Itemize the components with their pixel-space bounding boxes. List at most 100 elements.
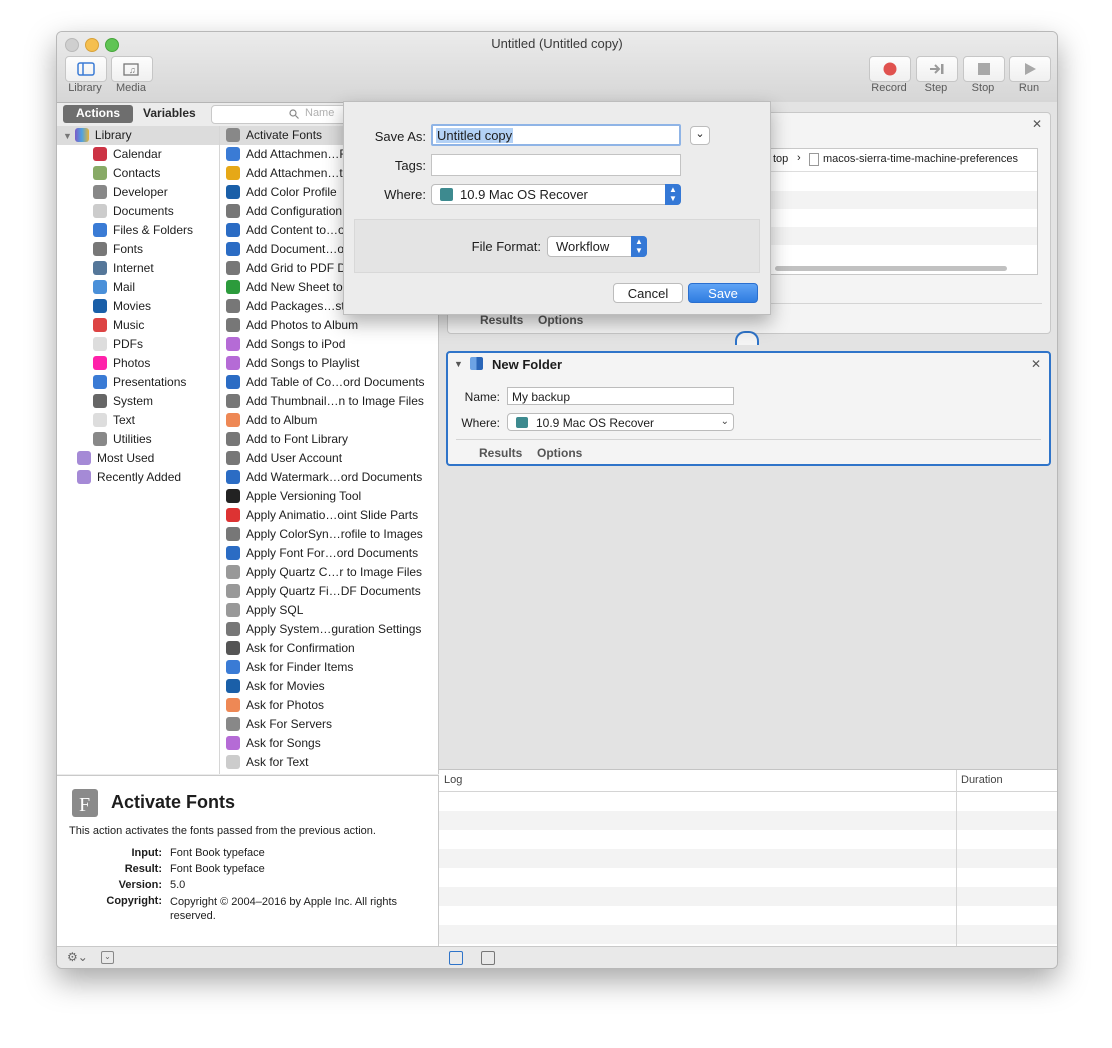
- expand-sheet-button[interactable]: ⌄: [690, 126, 710, 145]
- duration-column-header[interactable]: Duration: [961, 774, 1003, 786]
- action-connector: [735, 331, 759, 345]
- action-icon: [226, 508, 240, 522]
- disclosure-triangle-icon[interactable]: ▼: [454, 359, 463, 369]
- sidebar-item-text[interactable]: Text: [93, 411, 135, 430]
- sidebar-item-calendar[interactable]: Calendar: [93, 145, 162, 164]
- cancel-button[interactable]: Cancel: [613, 283, 683, 303]
- sidebar-item-contacts[interactable]: Contacts: [93, 164, 160, 183]
- action-item[interactable]: Ask for Movies: [226, 677, 325, 696]
- action-label: Add Document…ord: [246, 242, 355, 256]
- log-column-header[interactable]: Log: [444, 774, 462, 786]
- options-tab[interactable]: Options: [537, 446, 582, 460]
- action-item[interactable]: Add New Sheet to: [226, 278, 343, 297]
- search-field[interactable]: Name: [211, 105, 353, 124]
- action-item[interactable]: Add Content to…or: [226, 221, 349, 240]
- sidebar-item-system[interactable]: System: [93, 392, 153, 411]
- folder-name-input[interactable]: My backup: [507, 387, 734, 405]
- tab-actions[interactable]: Actions: [63, 105, 134, 123]
- library-button[interactable]: [65, 56, 107, 82]
- smart-group-recently-added[interactable]: Recently Added: [77, 468, 181, 487]
- action-item[interactable]: Add to Font Library: [226, 430, 348, 449]
- results-tab[interactable]: Results: [479, 446, 522, 460]
- log-view-icon[interactable]: [449, 951, 463, 965]
- sidebar-item-pdfs[interactable]: PDFs: [93, 335, 143, 354]
- sidebar-item-utilities[interactable]: Utilities: [93, 430, 152, 449]
- action-label: Add Table of Co…ord Documents: [246, 375, 425, 389]
- action-item[interactable]: Apply System…guration Settings: [226, 620, 421, 639]
- horizontal-scrollbar[interactable]: [775, 266, 1007, 271]
- action-icon: [226, 470, 240, 484]
- action-item[interactable]: Add Packages…st-: [226, 297, 349, 316]
- sidebar-item-presentations[interactable]: Presentations: [93, 373, 186, 392]
- tab-variables[interactable]: Variables: [133, 105, 206, 123]
- action-item[interactable]: Activate Fonts: [226, 126, 322, 145]
- action-item[interactable]: Add Thumbnail…n to Image Files: [226, 392, 424, 411]
- variables-view-icon[interactable]: [481, 951, 495, 965]
- record-button[interactable]: [869, 56, 911, 82]
- action-item[interactable]: Ask For Servers: [226, 715, 332, 734]
- action-icon: [226, 489, 240, 503]
- action-item[interactable]: Add Photos to Album: [226, 316, 358, 335]
- sidebar-item-developer[interactable]: Developer: [93, 183, 168, 202]
- gear-icon[interactable]: ⚙⌄: [67, 950, 88, 964]
- action-item[interactable]: Apply Animatio…oint Slide Parts: [226, 506, 418, 525]
- tags-input[interactable]: [431, 154, 681, 176]
- action-item[interactable]: Ask for Photos: [226, 696, 324, 715]
- options-tab[interactable]: Options: [538, 313, 583, 327]
- action-item[interactable]: Add to Album: [226, 411, 317, 430]
- action-item[interactable]: Add User Account: [226, 449, 342, 468]
- run-button[interactable]: [1009, 56, 1051, 82]
- file-format-popup[interactable]: Workflow ▲ ▼: [547, 236, 647, 257]
- action-item[interactable]: Ask for Songs: [226, 734, 321, 753]
- disk-icon: [440, 188, 453, 201]
- step-button[interactable]: [916, 56, 958, 82]
- action-icon: [226, 660, 240, 674]
- sidebar-item-internet[interactable]: Internet: [93, 259, 154, 278]
- save-button[interactable]: Save: [688, 283, 758, 303]
- action-item[interactable]: Apply Quartz Fi…DF Documents: [226, 582, 421, 601]
- action-item[interactable]: Ask for Finder Items: [226, 658, 353, 677]
- sidebar-item-music[interactable]: Music: [93, 316, 144, 335]
- show-description-icon[interactable]: ⌄: [101, 951, 114, 964]
- bottom-bar: ⚙⌄ ⌄: [57, 946, 1057, 968]
- action-item[interactable]: Apply Font For…ord Documents: [226, 544, 418, 563]
- action-item[interactable]: Add Document…ord: [226, 240, 355, 259]
- action-item[interactable]: Add Attachmen…Fr: [226, 145, 351, 164]
- action-item[interactable]: Apply Quartz C…r to Image Files: [226, 563, 422, 582]
- save-as-input[interactable]: Untitled copy: [431, 124, 681, 146]
- where-popup[interactable]: 10.9 Mac OS Recover ⌄: [507, 413, 734, 431]
- action-item[interactable]: Apple Versioning Tool: [226, 487, 361, 506]
- action-item[interactable]: Add Table of Co…ord Documents: [226, 373, 425, 392]
- sidebar-item-photos[interactable]: Photos: [93, 354, 150, 373]
- close-icon[interactable]: ✕: [1031, 357, 1041, 371]
- category-icon: [93, 166, 107, 180]
- sidebar-item-files-folders[interactable]: Files & Folders: [93, 221, 193, 240]
- input-value: Font Book typeface: [170, 847, 265, 859]
- action-item[interactable]: Ask for Text: [226, 753, 308, 772]
- action-item[interactable]: Add Songs to iPod: [226, 335, 345, 354]
- action-item[interactable]: Apply SQL: [226, 601, 303, 620]
- file-list: top › macos-sierra-time-machine-preferen…: [768, 148, 1038, 275]
- stop-icon: [978, 63, 990, 75]
- library-root[interactable]: ▼ Library: [63, 126, 132, 145]
- where-popup[interactable]: 10.9 Mac OS Recover ▲ ▼: [431, 184, 681, 205]
- sidebar-item-movies[interactable]: Movies: [93, 297, 151, 316]
- smart-group-most-used[interactable]: Most Used: [77, 449, 154, 468]
- action-item[interactable]: Add Songs to Playlist: [226, 354, 359, 373]
- action-item[interactable]: Add Watermark…ord Documents: [226, 468, 422, 487]
- action-item[interactable]: Ask for Confirmation: [226, 639, 355, 658]
- action-item[interactable]: Add Attachmen…tio: [226, 164, 352, 183]
- stop-button[interactable]: [963, 56, 1005, 82]
- close-icon[interactable]: ✕: [1032, 117, 1042, 131]
- results-tab[interactable]: Results: [480, 313, 523, 327]
- sidebar-item-documents[interactable]: Documents: [93, 202, 174, 221]
- media-button[interactable]: ♫: [111, 56, 153, 82]
- action-item[interactable]: Add Grid to PDF Do: [226, 259, 353, 278]
- sidebar-item-fonts[interactable]: Fonts: [93, 240, 143, 259]
- action-icon: [226, 698, 240, 712]
- sidebar-item-mail[interactable]: Mail: [93, 278, 135, 297]
- action-item[interactable]: Add Configuration: [226, 202, 342, 221]
- action-icon: [226, 375, 240, 389]
- action-item[interactable]: Add Color Profile: [226, 183, 337, 202]
- action-item[interactable]: Apply ColorSyn…rofile to Images: [226, 525, 423, 544]
